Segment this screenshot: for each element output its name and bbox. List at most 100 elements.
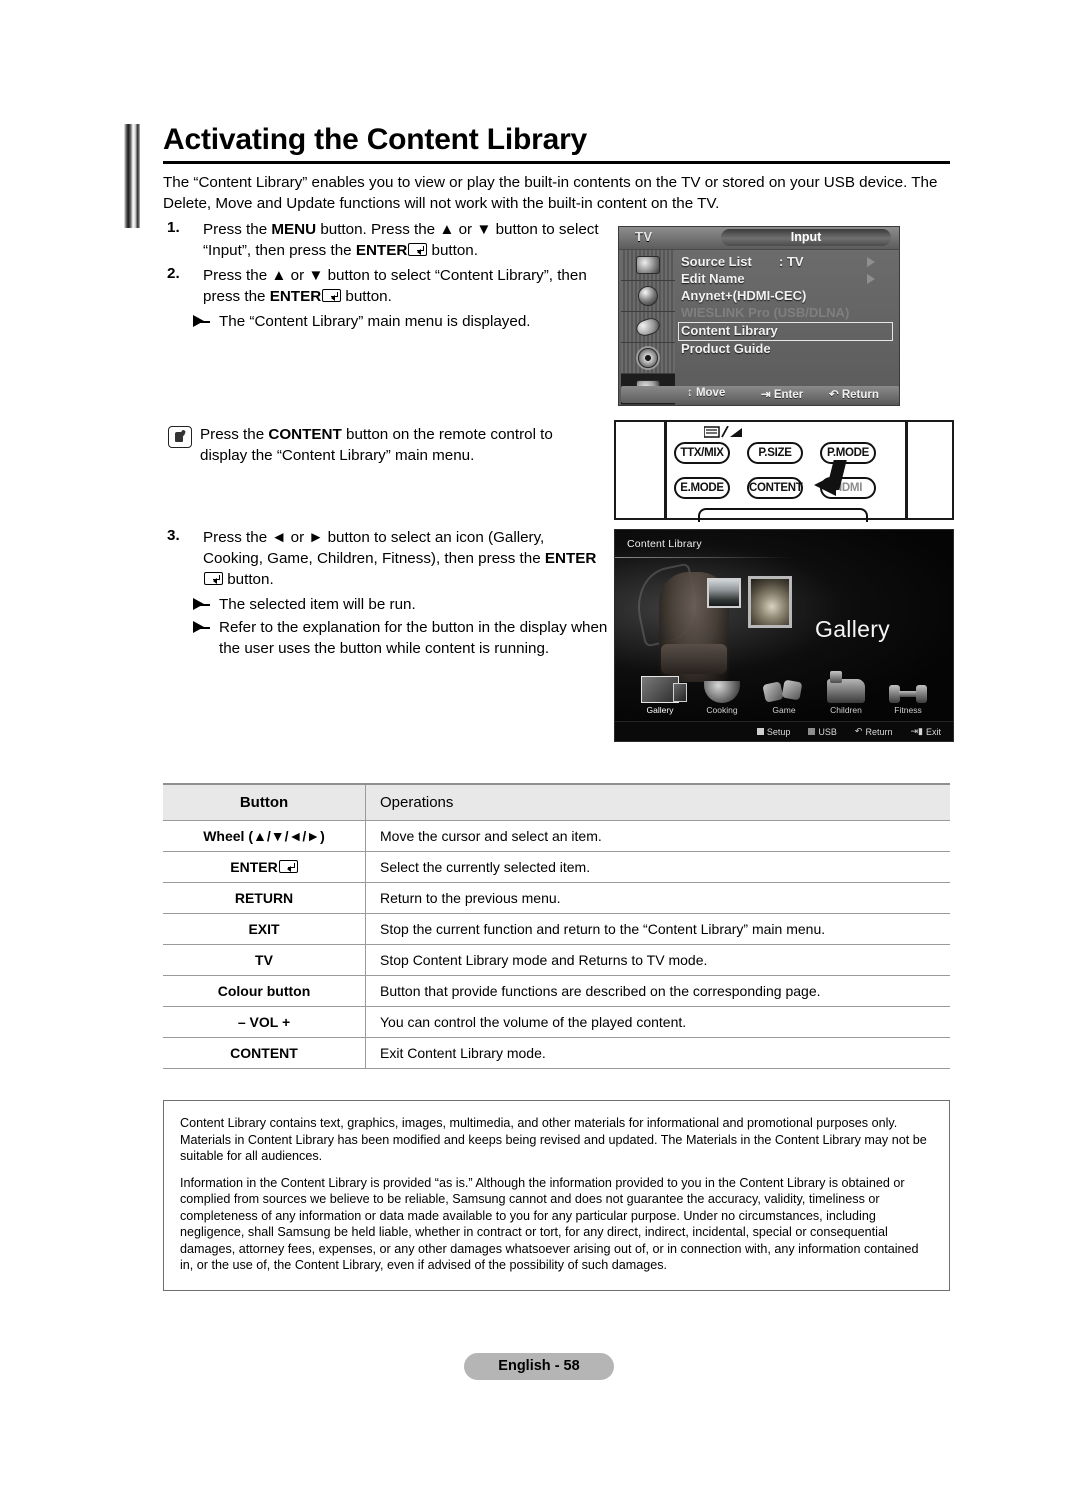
enter-key-icon [278, 860, 298, 873]
sound-icon[interactable] [621, 281, 675, 312]
tv-menu-item-wieslink[interactable]: WIESLINK Pro (USB/DLNA) [681, 305, 893, 322]
category-label: Fitness [894, 705, 922, 715]
tv-menu-item-product-guide[interactable]: Product Guide [681, 341, 893, 358]
category-item-gallery[interactable]: Gallery [632, 673, 688, 715]
remote-lower-edge [698, 508, 868, 522]
step-3: 3. Press the ◄ or ► button to select an … [163, 527, 608, 590]
table-cell-button: Wheel (▲/▼/◄/►) [163, 820, 366, 852]
table-cell-button: ENTER [163, 851, 366, 883]
step-3-enter-keyword: ENTER [544, 550, 597, 567]
gallery-bottom-bar: Setup USB ↶ Return ⇥▮ Exit [615, 721, 953, 741]
tv-menu-return-hint: ↶ Return [829, 389, 879, 401]
tv-menu-sidebar [621, 250, 675, 405]
button-operations-table: Button Operations Wheel (▲/▼/◄/►) Move t… [163, 783, 950, 1069]
category-label: Children [830, 705, 862, 715]
remote-button-e-mode[interactable]: E.MODE [674, 477, 730, 499]
tv-menu-header: Input [721, 229, 891, 246]
category-item-cooking[interactable]: Cooking [694, 673, 750, 715]
remote-body [664, 420, 908, 518]
remote-button-p-mode[interactable]: P.MODE [820, 442, 876, 464]
tv-menu-item-label: Content Library [681, 323, 778, 338]
tv-menu-item-label: Product Guide [681, 341, 771, 356]
table-cell-operation: Select the currently selected item. [365, 851, 950, 883]
tv-menu-item-label: Edit Name [681, 271, 745, 286]
table-row: RETURN Return to the previous menu. [163, 882, 950, 914]
tv-menu-item-source-list[interactable]: Source List : TV [681, 254, 893, 271]
table-row: ENTER Select the currently selected item… [163, 851, 950, 883]
step-3-note-1-text: The selected item will be run. [219, 596, 416, 613]
tv-menu-item-anynet[interactable]: Anynet+(HDMI-CEC) [681, 288, 893, 305]
step-1-enter-keyword: ENTER [355, 242, 408, 259]
step-2: 2. Press the ▲ or ▼ button to select “Co… [163, 265, 608, 307]
step-2-note-text: The “Content Library” main menu is displ… [219, 313, 531, 330]
step-1-menu-keyword: MENU [271, 221, 317, 238]
channel-icon[interactable] [621, 312, 675, 343]
gallery-screen-header: Content Library [627, 538, 702, 550]
title-divider [163, 161, 950, 164]
table-cell-operation: Return to the previous menu. [365, 882, 950, 914]
table-cell-operation: Stop Content Library mode and Returns to… [365, 944, 950, 976]
blue-key-icon [808, 728, 816, 735]
step-3-note-2-text: Refer to the explanation for the button … [219, 619, 608, 657]
content-note-text-a: Press the [200, 426, 269, 443]
arrow-pointer-icon [814, 474, 836, 496]
remote-button-ttx-mix[interactable]: TTX/MIX [674, 442, 730, 464]
green-key-icon [756, 728, 764, 735]
table-cell-button: Colour button [163, 975, 366, 1007]
gallery-setup-hint: Setup [756, 727, 790, 737]
step-3-group: 3. Press the ◄ or ► button to select an … [163, 527, 608, 659]
setup-icon[interactable] [621, 343, 675, 374]
tv-menu-item-content-library[interactable]: Content Library [678, 322, 893, 341]
tv-menu-item-label: WIESLINK Pro (USB/DLNA) [681, 305, 850, 320]
category-label: Game [772, 705, 796, 715]
title-accent-bar [124, 124, 140, 228]
table-row: Wheel (▲/▼/◄/►) Move the cursor and sele… [163, 820, 950, 852]
step-2-number: 2. [167, 265, 180, 282]
remote-button-p-size[interactable]: P.SIZE [747, 442, 803, 464]
picture-frame-landscape [707, 578, 741, 608]
category-label: Cooking [706, 705, 738, 715]
tv-menu-item-label: Anynet+(HDMI-CEC) [681, 288, 807, 303]
tv-input-menu-screenshot: TV Input Source List : TV Edit Name Anyn… [618, 226, 900, 406]
category-item-fitness[interactable]: Fitness [880, 673, 936, 715]
picture-frame-portrait [748, 576, 792, 628]
cooking-icon [694, 673, 750, 703]
page-footer-badge: English - 58 [464, 1353, 614, 1380]
category-label: Gallery [646, 705, 674, 715]
table-cell-operation: Stop the current function and return to … [365, 913, 950, 945]
legal-disclaimer-box: Content Library contains text, graphics,… [163, 1100, 950, 1291]
intro-paragraph: The “Content Library” enables you to vie… [163, 174, 938, 212]
document-page: Activating the Content Library The “Cont… [0, 0, 1080, 1486]
table-row: CONTENT Exit Content Library mode. [163, 1037, 950, 1069]
arrow-bullet-icon [193, 594, 219, 615]
table-cell-operation: You can control the volume of the played… [365, 1006, 950, 1038]
tv-menu-item-edit-name[interactable]: Edit Name [681, 271, 893, 288]
category-item-game[interactable]: Game [756, 673, 812, 715]
remote-button-content[interactable]: CONTENT [747, 477, 803, 499]
gallery-return-hint: ↶ Return [854, 726, 893, 737]
header-underline [615, 557, 793, 558]
table-cell-button: CONTENT [163, 1037, 366, 1069]
gallery-usb-hint: USB [808, 727, 837, 737]
step-3-number: 3. [167, 527, 180, 544]
table-header-operations: Operations [365, 783, 950, 821]
table-header-button: Button [163, 783, 366, 821]
step-1-text: Press the MENU button. Press the ▲ or ▼ … [203, 219, 608, 261]
page-title: Activating the Content Library [163, 123, 588, 156]
content-button-note: Press the CONTENT button on the remote c… [200, 424, 600, 466]
table-cell-button: TV [163, 944, 366, 976]
table-row: TV Stop Content Library mode and Returns… [163, 944, 950, 976]
picture-icon[interactable] [621, 250, 675, 281]
step-2-text-a: Press the ▲ or ▼ button to select “Conte… [203, 267, 587, 305]
step-1-text-a: Press the [203, 221, 272, 238]
gallery-selected-title: Gallery [815, 616, 890, 642]
gallery-exit-hint: ⇥▮ Exit [910, 726, 941, 737]
tv-menu-item-label: Source List [681, 254, 752, 269]
table-cell-button: – VOL + [163, 1006, 366, 1038]
fitness-icon [880, 673, 936, 703]
steps-list: 1. Press the MENU button. Press the ▲ or… [163, 219, 608, 332]
category-item-children[interactable]: Children [818, 671, 874, 715]
game-icon [756, 673, 812, 703]
step-1-number: 1. [167, 219, 180, 236]
step-3-note-1: The selected item will be run. [163, 594, 608, 615]
